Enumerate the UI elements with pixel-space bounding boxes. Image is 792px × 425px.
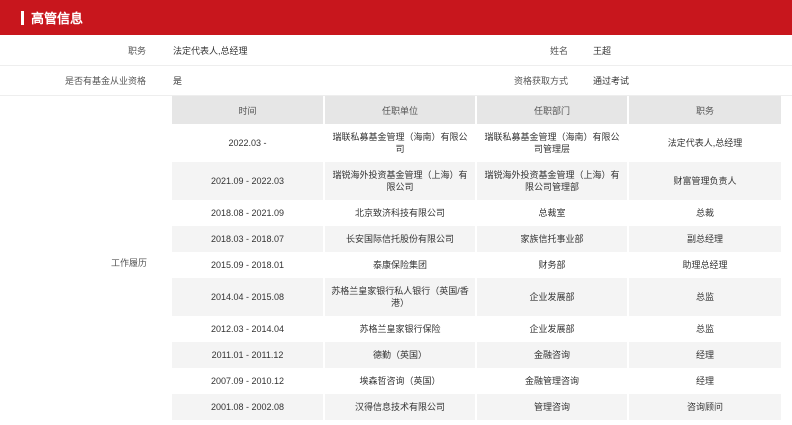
cell-title: 财富管理负责人 — [627, 162, 781, 200]
cell-title: 副总经理 — [627, 226, 781, 252]
column-header-title: 职务 — [627, 96, 781, 124]
column-header-department: 任职部门 — [475, 96, 628, 124]
header-accent-bar — [21, 10, 24, 25]
cell-time: 2001.08 - 2002.08 — [172, 394, 324, 420]
table-row: 2014.04 - 2015.08 苏格兰皇家银行私人银行（英国/香港） 企业发… — [172, 278, 781, 316]
cell-title: 总裁 — [627, 200, 781, 226]
cell-time: 2011.01 - 2011.12 — [172, 342, 324, 368]
cell-title: 经理 — [627, 342, 781, 368]
qualification-value: 是 — [173, 76, 183, 86]
cell-department: 管理咨询 — [475, 394, 628, 420]
work-history-table: 时间 任职单位 任职部门 职务 2022.03 - 瑞联私募基金管理（海南）有限… — [172, 96, 781, 420]
cell-title: 总监 — [627, 316, 781, 342]
cell-employer: 瑞联私募基金管理（海南）有限公司 — [323, 124, 476, 162]
table-row: 2021.09 - 2022.03 瑞锐海外投资基金管理（上海）有限公司 瑞锐海… — [172, 162, 781, 200]
cell-employer: 瑞锐海外投资基金管理（上海）有限公司 — [323, 162, 476, 200]
table-header-row: 时间 任职单位 任职部门 职务 — [172, 96, 781, 124]
cell-time: 2022.03 - — [228, 138, 267, 148]
work-history-label-cell: 工作履历 — [0, 96, 172, 420]
cell-time: 2012.03 - 2014.04 — [210, 324, 285, 334]
column-header-time: 时间 — [172, 96, 324, 124]
table-row: 2018.03 - 2018.07 长安国际信托股份有限公司 家族信托事业部 副… — [172, 226, 781, 252]
qualification-method-label: 资格获取方式 — [513, 76, 568, 86]
table-row: 2022.03 - 瑞联私募基金管理（海南）有限公司 瑞联私募基金管理（海南）有… — [172, 124, 781, 162]
cell-department: 金融管理咨询 — [475, 368, 628, 394]
cell-title: 咨询顾问 — [627, 394, 781, 420]
cell-department: 金融咨询 — [475, 342, 628, 368]
name-value: 王超 — [593, 46, 612, 56]
cell-time: 2015.09 - 2018.01 — [210, 260, 285, 270]
cell-department: 企业发展部 — [475, 316, 628, 342]
cell-title: 总监 — [627, 278, 781, 316]
table-row: 2007.09 - 2010.12 埃森哲咨询（英国） 金融管理咨询 经理 — [172, 368, 781, 394]
section-header: 高管信息 — [0, 0, 792, 35]
cell-employer: 德勤（英国） — [323, 342, 476, 368]
cell-title: 助理总经理 — [627, 252, 781, 278]
cell-time: 2018.08 - 2021.09 — [210, 208, 285, 218]
name-label: 姓名 — [549, 46, 568, 56]
cell-department: 企业发展部 — [475, 278, 628, 316]
cell-employer: 埃森哲咨询（英国） — [323, 368, 476, 394]
cell-employer: 苏格兰皇家银行私人银行（英国/香港） — [323, 278, 476, 316]
cell-department: 家族信托事业部 — [475, 226, 628, 252]
work-history-label: 工作履历 — [110, 258, 147, 268]
cell-department: 瑞锐海外投资基金管理（上海）有限公司管理部 — [475, 162, 628, 200]
work-history-section: 工作履历 时间 任职单位 任职部门 职务 2022.03 - 瑞联私募基金管理（… — [0, 96, 792, 420]
cell-employer: 泰康保险集团 — [323, 252, 476, 278]
column-header-employer: 任职单位 — [323, 96, 476, 124]
qualification-label: 是否有基金从业资格 — [64, 76, 146, 86]
table-row: 2012.03 - 2014.04 苏格兰皇家银行保险 企业发展部 总监 — [172, 316, 781, 342]
position-label: 职务 — [127, 46, 146, 56]
cell-employer: 北京致济科技有限公司 — [323, 200, 476, 226]
info-row-qualification: 是否有基金从业资格 是 资格获取方式 通过考试 — [0, 66, 792, 96]
cell-employer: 长安国际信托股份有限公司 — [323, 226, 476, 252]
table-row: 2018.08 - 2021.09 北京致济科技有限公司 总裁室 总裁 — [172, 200, 781, 226]
table-row: 2015.09 - 2018.01 泰康保险集团 财务部 助理总经理 — [172, 252, 781, 278]
cell-title: 经理 — [627, 368, 781, 394]
cell-department: 财务部 — [475, 252, 628, 278]
qualification-method-value: 通过考试 — [593, 76, 630, 86]
table-row: 2001.08 - 2002.08 汉得信息技术有限公司 管理咨询 咨询顾问 — [172, 394, 781, 420]
info-row-position: 职务 法定代表人,总经理 姓名 王超 — [0, 36, 792, 66]
cell-time: 2018.03 - 2018.07 — [172, 226, 324, 252]
cell-time: 2014.04 - 2015.08 — [172, 278, 324, 316]
cell-time: 2007.09 - 2010.12 — [210, 376, 285, 386]
section-title: 高管信息 — [31, 11, 84, 26]
cell-department: 总裁室 — [475, 200, 628, 226]
cell-department: 瑞联私募基金管理（海南）有限公司管理层 — [475, 124, 628, 162]
cell-employer: 苏格兰皇家银行保险 — [323, 316, 476, 342]
table-row: 2011.01 - 2011.12 德勤（英国） 金融咨询 经理 — [172, 342, 781, 368]
position-value: 法定代表人,总经理 — [173, 46, 248, 56]
cell-time: 2021.09 - 2022.03 — [172, 162, 324, 200]
cell-title: 法定代表人,总经理 — [627, 124, 781, 162]
cell-employer: 汉得信息技术有限公司 — [323, 394, 476, 420]
